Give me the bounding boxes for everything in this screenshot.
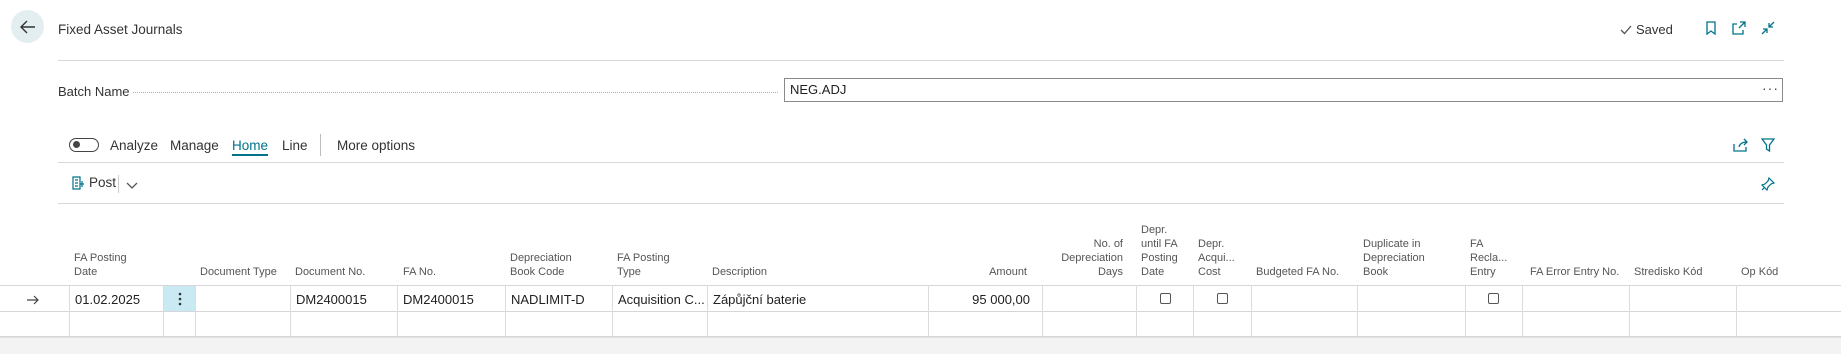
grid-col-line [505,286,506,337]
analyze-label[interactable]: Analyze [110,138,158,153]
pin-actions-button[interactable] [1759,175,1777,193]
collapse-icon [1761,21,1775,35]
grid-col-line [1522,286,1523,337]
more-options-button[interactable]: More options [337,138,415,153]
tab-line[interactable]: Line [282,138,308,153]
batch-name-value: NEG.ADJ [790,82,847,97]
col-header-fa-no[interactable]: FA No. [403,265,436,279]
grid-row-line-1 [0,311,1841,312]
checkbox-depr-until-fa-posting-date[interactable] [1160,293,1171,304]
filter-button[interactable] [1759,136,1777,154]
actionbar-separator [320,134,321,156]
toggle-knob [73,141,80,148]
col-header-fa-recla-entry[interactable]: FA Recla... Entry [1470,237,1507,279]
arrow-right-icon [27,295,39,305]
analyze-toggle[interactable] [69,138,99,152]
grid-col-line [1465,286,1466,337]
checkmark-icon [1620,25,1632,34]
saved-status: Saved [1620,22,1673,37]
back-button[interactable] [11,10,44,43]
col-header-op-kod[interactable]: Op Kód [1741,265,1778,279]
tab-manage[interactable]: Manage [170,138,219,153]
col-header-fa-posting-type[interactable]: FA Posting Type [617,251,670,279]
page-footer [0,337,1841,354]
page-title: Fixed Asset Journals [58,22,183,37]
batch-name-field[interactable]: NEG.ADJ ··· [784,78,1783,102]
col-header-stredisko-kod[interactable]: Stredisko Kód [1634,265,1702,279]
header-divider [58,60,1784,61]
grid-col-line [69,286,70,337]
col-header-depr-until-fa-posting-date[interactable]: Depr. until FA Posting Date [1141,223,1178,279]
grid-col-line [1193,286,1194,337]
post-separator [118,175,119,193]
col-header-fa-posting-date[interactable]: FA Posting Date [74,251,127,279]
vertical-ellipsis-icon [178,292,181,305]
col-header-document-no[interactable]: Document No. [295,265,365,279]
row-actions-button[interactable] [164,286,195,311]
col-header-depr-acqui-cost[interactable]: Depr. Acqui... Cost [1198,237,1235,279]
open-new-window-icon [1732,21,1746,35]
batch-name-lookup-button[interactable]: ··· [1762,80,1779,96]
grid-col-line [290,286,291,337]
cell-fa-posting-date[interactable]: 01.02.2025 [75,292,140,307]
grid-header-bottom-line [0,285,1841,286]
checkbox-fa-recla-entry[interactable] [1488,293,1499,304]
post-dropdown-button[interactable] [126,178,138,193]
cell-document-no[interactable]: DM2400015 [296,292,367,307]
grid-col-line [1042,286,1043,337]
filter-icon [1761,138,1775,152]
post-button[interactable]: Post [71,175,116,190]
cell-fa-no[interactable]: DM2400015 [403,292,474,307]
bookmark-icon [1706,21,1716,35]
col-header-no-of-depreciation-days[interactable]: No. of Depreciation Days [1045,237,1123,279]
batch-name-leader [133,92,778,93]
current-row-indicator [26,293,40,308]
saved-label: Saved [1636,22,1673,37]
col-header-duplicate-in-depreciation-book[interactable]: Duplicate in Depreciation Book [1363,237,1425,279]
batch-name-label: Batch Name [58,84,130,99]
cell-amount[interactable]: 95 000,00 [940,292,1030,307]
checkbox-depr-acqui-cost[interactable] [1217,293,1228,304]
post-icon [72,175,84,190]
cell-fa-posting-type[interactable]: Acquisition C... [618,292,705,307]
cell-depreciation-book-code[interactable]: NADLIMIT-D [511,292,585,307]
col-header-document-type[interactable]: Document Type [200,265,277,279]
col-header-depreciation-book-code[interactable]: Depreciation Book Code [510,251,572,279]
share-button[interactable] [1732,136,1750,154]
grid-col-line [1136,286,1137,337]
grid-col-line [1357,286,1358,337]
post-label: Post [89,175,117,190]
tab-home[interactable]: Home [232,138,269,156]
grid-col-line [397,286,398,337]
chevron-down-icon [126,182,138,189]
grid-col-line [612,286,613,337]
post-bar-divider [58,203,1784,204]
back-arrow-icon [19,20,35,33]
col-header-budgeted-fa-no[interactable]: Budgeted FA No. [1256,265,1339,279]
share-icon [1733,138,1748,152]
grid-col-line [928,286,929,337]
grid-col-line [1629,286,1630,337]
bookmark-button[interactable] [1702,19,1720,37]
col-header-description[interactable]: Description [712,265,767,279]
cell-description[interactable]: Zápůjční baterie [713,292,806,307]
grid-col-line [1251,286,1252,337]
col-header-amount[interactable]: Amount [960,265,1027,279]
pin-icon [1761,177,1775,191]
collapse-button[interactable] [1759,19,1777,37]
actionbar-divider [58,162,1784,163]
col-header-fa-error-entry-no[interactable]: FA Error Entry No. [1530,265,1619,279]
grid-col-line [1736,286,1737,337]
open-new-window-button[interactable] [1730,19,1748,37]
grid-col-line [707,286,708,337]
grid-col-line [195,286,196,337]
